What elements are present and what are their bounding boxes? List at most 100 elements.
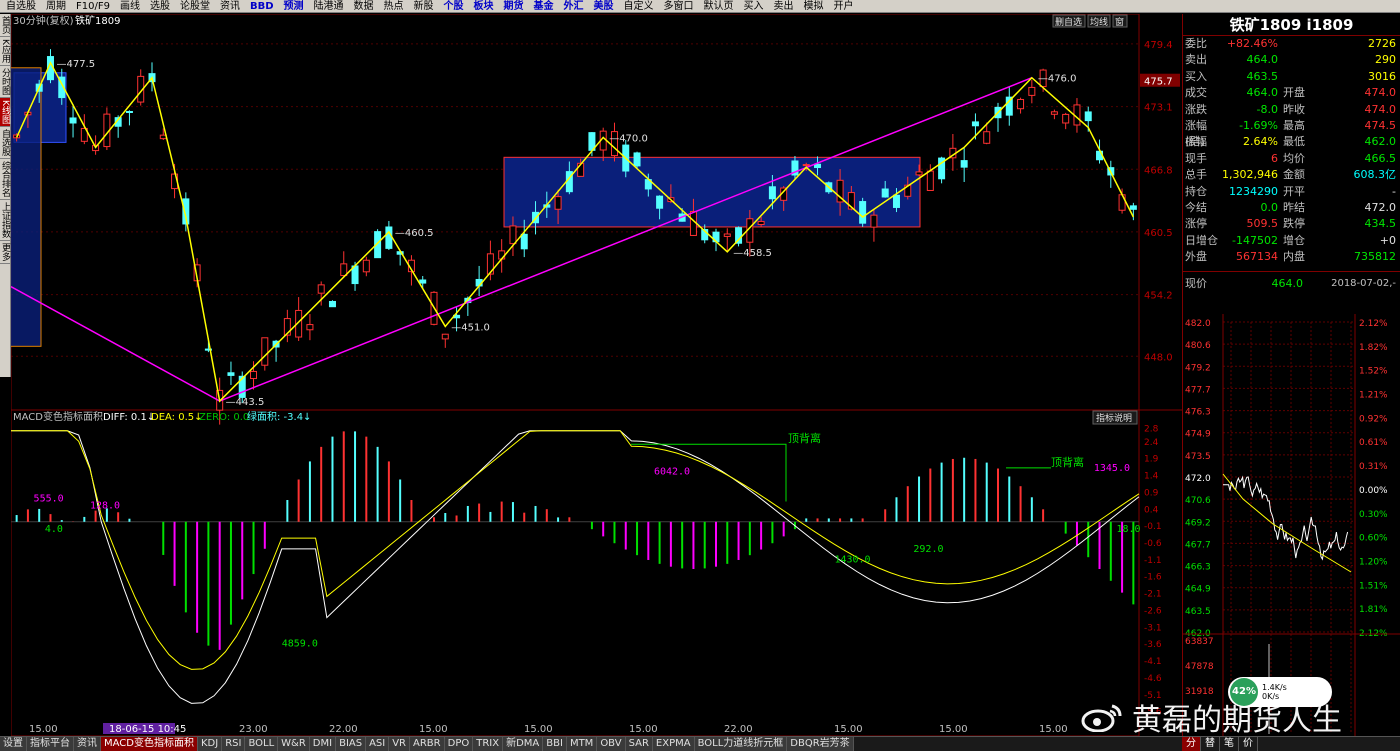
menu-item[interactable]: 预测	[280, 0, 308, 13]
quote-panel: 铁矿1809 i1809 委比 +82.46% 2726 卖出 464.0 290 买入 46…	[1182, 14, 1400, 736]
candle-body	[125, 110, 133, 113]
candle-body	[69, 117, 77, 124]
mini-price-label: 477.7	[1185, 385, 1211, 395]
indicator-tab[interactable]: MTM	[566, 737, 598, 751]
indicator-tab[interactable]: BOLL	[245, 737, 279, 751]
candle-body	[554, 196, 562, 210]
candle-body	[419, 279, 427, 284]
indicator-tab[interactable]: VR	[389, 737, 411, 751]
menu-item[interactable]: 资讯	[216, 0, 244, 13]
menu-item[interactable]: 默认页	[700, 0, 738, 13]
left-tab[interactable]: 自选股	[0, 127, 10, 159]
current-price-value: 464.0	[1271, 277, 1304, 291]
menu-item[interactable]: 陆港通	[310, 0, 348, 13]
quote-label: 今结	[1185, 200, 1207, 214]
candle-body	[362, 259, 370, 273]
indicator-tab[interactable]: EXPMA	[652, 737, 695, 751]
quote-value: 1234290	[1229, 184, 1278, 198]
left-tab[interactable]: 综合排名	[0, 159, 10, 200]
mini-pct-label: 1.21%	[1359, 391, 1388, 401]
indicator-tab[interactable]: BBI	[543, 737, 567, 751]
menu-item[interactable]: 买入	[740, 0, 768, 13]
menu-item[interactable]: 多窗口	[660, 0, 698, 13]
indicator-tab[interactable]: ASI	[366, 737, 390, 751]
menu-item[interactable]: 新股	[410, 0, 438, 13]
mini-price-label: 473.5	[1185, 452, 1211, 462]
mini-price-label: 470.6	[1185, 496, 1211, 506]
indicator-tab[interactable]: BIAS	[336, 737, 367, 751]
indicator-tab[interactable]: BOLL力道线折元框	[694, 737, 788, 751]
menu-item[interactable]: BBD	[246, 0, 278, 13]
menu-item[interactable]: 周期	[42, 0, 70, 13]
indicator-tab-bar: 设置 指标平台 资讯 MACD变色指标面积 KDJ RSI BOLL W&R DMI BIAS AS…	[0, 736, 1182, 751]
price-axis-label: 473.1	[1144, 103, 1173, 114]
menu-item[interactable]: 个股	[440, 0, 468, 13]
pivot-label: —443.5	[226, 397, 265, 408]
quote-row: 持仓 1234290 开平 -	[1183, 184, 1400, 200]
menu-item[interactable]: 自选股	[2, 0, 40, 13]
macd-legend-item: DIFF: 0.1↓	[103, 412, 155, 423]
indicator-tab[interactable]: SAR	[625, 737, 653, 751]
mini-price-label: 463.5	[1185, 607, 1211, 617]
menu-item[interactable]: 论股堂	[176, 0, 214, 13]
left-tab[interactable]: 更多	[0, 241, 10, 264]
time-axis-label: 15.00	[419, 724, 448, 735]
indicator-tab[interactable]: DPO	[444, 737, 474, 751]
menu-item[interactable]: 选股	[146, 0, 174, 13]
time-axis-label: 23.00	[239, 724, 268, 735]
intraday-mini-chart[interactable]: 482.0 480.6 479.2 477.7 476.3 474.9 473.5 472.0…	[1183, 314, 1400, 736]
candle-body	[261, 337, 269, 366]
indicator-tab[interactable]: KDJ	[197, 737, 223, 751]
panel-tab[interactable]: 价	[1239, 737, 1258, 751]
left-tab[interactable]: 上证指数	[0, 200, 10, 241]
time-axis-label: 18-06-15 10:45	[109, 724, 186, 735]
candle-body	[881, 188, 889, 198]
menu-item[interactable]: 外汇	[560, 0, 588, 13]
menu-item[interactable]: 热点	[380, 0, 408, 13]
menu-item[interactable]: 美股	[590, 0, 618, 13]
indicator-tab[interactable]: DBQR岩芳茶	[787, 737, 854, 751]
quote-value2: 462.0	[1364, 135, 1397, 149]
indicator-tab[interactable]: 设置	[0, 737, 27, 751]
indicator-tab[interactable]: 资讯	[74, 737, 101, 751]
panel-tab[interactable]: 替	[1201, 737, 1220, 751]
menu-item[interactable]: 自定义	[620, 0, 658, 13]
time-axis-label: 15.00	[834, 724, 863, 735]
menu-item[interactable]: 卖出	[770, 0, 798, 13]
menu-item[interactable]: 画线	[116, 0, 144, 13]
indicator-tab[interactable]: W&R	[278, 737, 310, 751]
mini-volume-label: 47878	[1185, 662, 1214, 672]
indicator-tab[interactable]: ARBR	[410, 737, 445, 751]
indicator-tab[interactable]: MACD变色指标面积	[101, 737, 198, 751]
left-tab[interactable]: 首页	[0, 14, 10, 37]
quote-label2: 均价	[1283, 151, 1305, 165]
menu-item[interactable]: 期货	[500, 0, 528, 13]
top-menu-bar: 自选股 周期 F10/F9 画线 选股 论股堂 资讯 BBD 预测 陆港通 数据 热点 新股 个股 板块 期货…	[0, 0, 1400, 13]
indicator-tab[interactable]: RSI	[222, 737, 246, 751]
indicator-tab[interactable]: 指标平台	[27, 737, 74, 751]
menu-item[interactable]: 模拟	[800, 0, 828, 13]
quote-row: 涨停 509.5 跌停 434.5	[1183, 216, 1400, 232]
divergence-label: 顶背离	[788, 431, 821, 445]
menu-item[interactable]: 基金	[530, 0, 558, 13]
menu-item[interactable]: 数据	[350, 0, 378, 13]
indicator-tab[interactable]: DMI	[309, 737, 337, 751]
indicator-tab[interactable]: 新DMA	[503, 737, 544, 751]
left-tab[interactable]: 分时图	[0, 66, 10, 98]
kline-chart-area[interactable]: 30分钟(复权) 铁矿1809 删自选 均线 窗 479.4 475.7 473.1 466.8…	[11, 14, 1182, 736]
indicator-tab[interactable]: TRIX	[473, 737, 504, 751]
quote-label2: 跌停	[1283, 217, 1305, 231]
quote-label2: 昨收	[1283, 102, 1305, 116]
panel-tab[interactable]: 分	[1182, 737, 1201, 751]
left-tab[interactable]: K应用	[0, 37, 10, 66]
panel-tab[interactable]: 笔	[1220, 737, 1239, 751]
menu-item[interactable]: 开户	[830, 0, 858, 13]
quote-label2: 昨结	[1283, 200, 1305, 214]
quote-row: 卖出 464.0 290	[1183, 52, 1400, 68]
macd-area-value: 4859.0	[282, 639, 318, 650]
indicator-tab[interactable]: OBV	[597, 737, 626, 751]
menu-item[interactable]: F10/F9	[72, 0, 114, 13]
candle-body	[328, 300, 336, 308]
left-tab[interactable]: K线图	[0, 97, 10, 127]
menu-item[interactable]: 板块	[470, 0, 498, 13]
